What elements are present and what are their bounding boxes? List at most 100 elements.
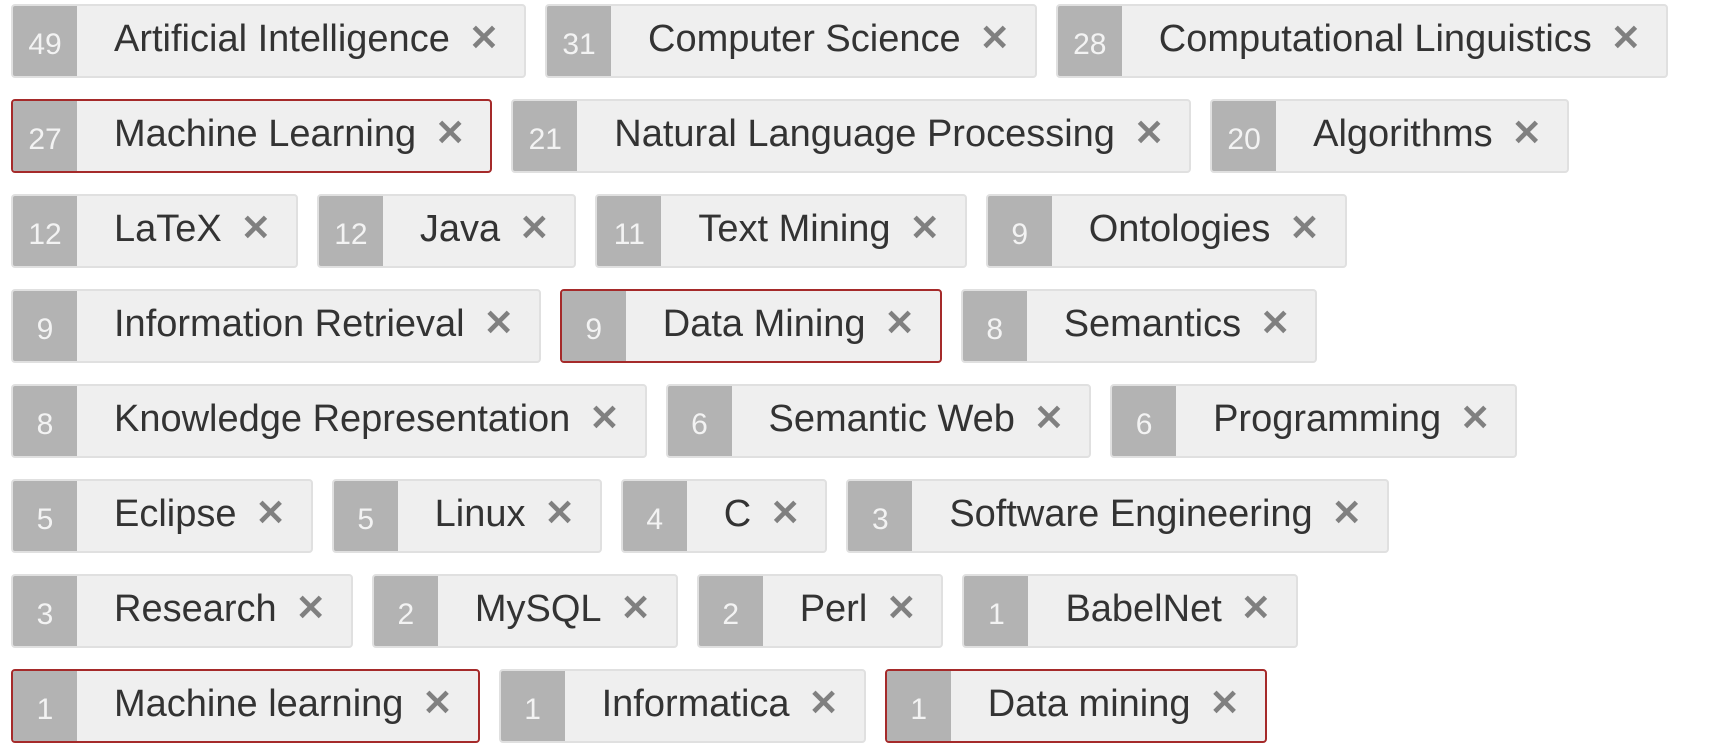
tag-label: Software Engineering bbox=[949, 492, 1313, 535]
close-icon[interactable]: ✕ bbox=[500, 196, 574, 266]
close-icon[interactable]: ✕ bbox=[1270, 196, 1344, 266]
tag-count-badge: 31 bbox=[547, 6, 611, 76]
close-icon[interactable]: ✕ bbox=[416, 101, 490, 171]
tag-count-badge: 1 bbox=[964, 576, 1029, 646]
tag-chip[interactable]: 6 Semantic Web ✕ bbox=[665, 384, 1092, 458]
tag-label: Research bbox=[114, 587, 277, 630]
tag-chip[interactable]: 3 Software Engineering ✕ bbox=[846, 479, 1389, 553]
close-icon[interactable]: ✕ bbox=[866, 291, 940, 361]
close-icon[interactable]: ✕ bbox=[1592, 6, 1666, 76]
tag-count-badge: 28 bbox=[1057, 6, 1122, 76]
tag-chip[interactable]: 8 Semantics ✕ bbox=[960, 289, 1318, 363]
tag-row: 9 Information Retrieval ✕ 9 Data Mining ✕ 8 Sem… bbox=[11, 289, 1719, 363]
close-icon[interactable]: ✕ bbox=[891, 196, 965, 266]
close-icon[interactable]: ✕ bbox=[277, 576, 351, 646]
tag-chip[interactable]: 9 Data Mining ✕ bbox=[559, 289, 942, 363]
tag-chip[interactable]: 8 Knowledge Representation ✕ bbox=[11, 384, 647, 458]
close-icon[interactable]: ✕ bbox=[1313, 481, 1387, 551]
tag-row: 3 Research ✕ 2 MySQL ✕ 2 Perl ✕ 1 BabelNet ✕ bbox=[11, 574, 1719, 648]
close-icon[interactable]: ✕ bbox=[1493, 101, 1567, 171]
tag-count-badge: 4 bbox=[622, 481, 687, 551]
tag-count-badge: 1 bbox=[886, 671, 951, 741]
tag-chip[interactable]: 31 Computer Science ✕ bbox=[545, 4, 1037, 78]
close-icon[interactable]: ✕ bbox=[1441, 386, 1515, 456]
close-icon[interactable]: ✕ bbox=[570, 386, 644, 456]
close-icon[interactable]: ✕ bbox=[526, 481, 600, 551]
tag-count-badge: 21 bbox=[513, 101, 578, 171]
tag-label: Semantics bbox=[1063, 302, 1242, 345]
tag-chip[interactable]: 1 BabelNet ✕ bbox=[962, 574, 1298, 648]
tag-chip[interactable]: 27 Machine Learning ✕ bbox=[11, 99, 493, 173]
tag-chip[interactable]: 49 Artificial Intelligence ✕ bbox=[11, 4, 526, 78]
tag-chip[interactable]: 12 LaTeX ✕ bbox=[11, 194, 298, 268]
close-icon[interactable]: ✕ bbox=[237, 481, 311, 551]
close-icon[interactable]: ✕ bbox=[1190, 671, 1264, 741]
close-icon[interactable]: ✕ bbox=[222, 196, 296, 266]
tag-chip[interactable]: 5 Eclipse ✕ bbox=[11, 479, 313, 553]
tag-count-badge: 1 bbox=[13, 671, 77, 741]
tag-chip[interactable]: 20 Algorithms ✕ bbox=[1210, 99, 1569, 173]
tag-count-badge: 12 bbox=[318, 196, 383, 266]
close-icon[interactable]: ✕ bbox=[1222, 576, 1296, 646]
tag-count-badge: 1 bbox=[500, 671, 565, 741]
tag-chip[interactable]: 12 Java ✕ bbox=[316, 194, 577, 268]
tag-label: Linux bbox=[434, 492, 526, 535]
tag-label: Computational Linguistics bbox=[1158, 17, 1592, 60]
tag-row: 1 Machine learning ✕ 1 Informatica ✕ 1 Data min… bbox=[11, 669, 1719, 743]
tag-label: BabelNet bbox=[1065, 587, 1222, 630]
tag-label: MySQL bbox=[474, 587, 602, 630]
tag-label: Computer Science bbox=[648, 17, 961, 60]
tag-chip[interactable]: 1 Machine learning ✕ bbox=[11, 669, 480, 743]
tag-chip[interactable]: 5 Linux ✕ bbox=[331, 479, 602, 553]
close-icon[interactable]: ✕ bbox=[867, 576, 941, 646]
tag-label: Natural Language Processing bbox=[614, 112, 1115, 155]
close-icon[interactable]: ✕ bbox=[602, 576, 676, 646]
tag-chip[interactable]: 1 Data mining ✕ bbox=[884, 669, 1267, 743]
close-icon[interactable]: ✕ bbox=[1015, 386, 1089, 456]
tag-label: Eclipse bbox=[114, 492, 237, 535]
tag-chip[interactable]: 21 Natural Language Processing ✕ bbox=[511, 99, 1192, 173]
close-icon[interactable]: ✕ bbox=[961, 6, 1035, 76]
close-icon[interactable]: ✕ bbox=[1241, 291, 1315, 361]
tag-label: Data mining bbox=[987, 682, 1191, 725]
tag-chip[interactable]: 1 Informatica ✕ bbox=[498, 669, 866, 743]
tag-chip[interactable]: 2 Perl ✕ bbox=[696, 574, 944, 648]
tag-count-badge: 2 bbox=[698, 576, 763, 646]
tag-count-badge: 27 bbox=[13, 101, 77, 171]
tag-label: Algorithms bbox=[1313, 112, 1493, 155]
tag-label: Programming bbox=[1213, 397, 1442, 440]
tag-count-badge: 12 bbox=[13, 196, 77, 266]
tag-count-badge: 3 bbox=[13, 576, 77, 646]
tag-count-badge: 9 bbox=[13, 291, 77, 361]
close-icon[interactable]: ✕ bbox=[751, 481, 825, 551]
tag-chip[interactable]: 9 Information Retrieval ✕ bbox=[11, 289, 541, 363]
close-icon[interactable]: ✕ bbox=[450, 6, 524, 76]
close-icon[interactable]: ✕ bbox=[1115, 101, 1189, 171]
tag-count-badge: 5 bbox=[13, 481, 77, 551]
tag-count-badge: 6 bbox=[667, 386, 732, 456]
tag-chip[interactable]: 9 Ontologies ✕ bbox=[985, 194, 1347, 268]
tag-count-badge: 20 bbox=[1212, 101, 1277, 171]
tag-count-badge: 49 bbox=[13, 6, 77, 76]
tag-chip[interactable]: 2 MySQL ✕ bbox=[371, 574, 678, 648]
tag-label: C bbox=[723, 492, 752, 535]
tag-label: Knowledge Representation bbox=[114, 397, 571, 440]
tag-chip[interactable]: 3 Research ✕ bbox=[11, 574, 353, 648]
tag-row: 8 Knowledge Representation ✕ 6 Semantic Web ✕… bbox=[11, 384, 1719, 458]
close-icon[interactable]: ✕ bbox=[403, 671, 477, 741]
tag-chip[interactable]: 11 Text Mining ✕ bbox=[595, 194, 967, 268]
tag-label: LaTeX bbox=[114, 207, 222, 250]
tag-label: Machine learning bbox=[114, 682, 404, 725]
tag-label: Information Retrieval bbox=[114, 302, 465, 345]
tag-chip[interactable]: 4 C ✕ bbox=[620, 479, 828, 553]
close-icon[interactable]: ✕ bbox=[790, 671, 864, 741]
tag-chip[interactable]: 6 Programming ✕ bbox=[1110, 384, 1518, 458]
tag-chip[interactable]: 28 Computational Linguistics ✕ bbox=[1055, 4, 1668, 78]
tag-count-badge: 9 bbox=[987, 196, 1052, 266]
tag-label: Data Mining bbox=[662, 302, 866, 345]
close-icon[interactable]: ✕ bbox=[465, 291, 539, 361]
tag-label: Artificial Intelligence bbox=[114, 17, 450, 60]
tag-count-badge: 2 bbox=[373, 576, 438, 646]
tag-label: Informatica bbox=[601, 682, 790, 725]
tag-label: Machine Learning bbox=[114, 112, 417, 155]
